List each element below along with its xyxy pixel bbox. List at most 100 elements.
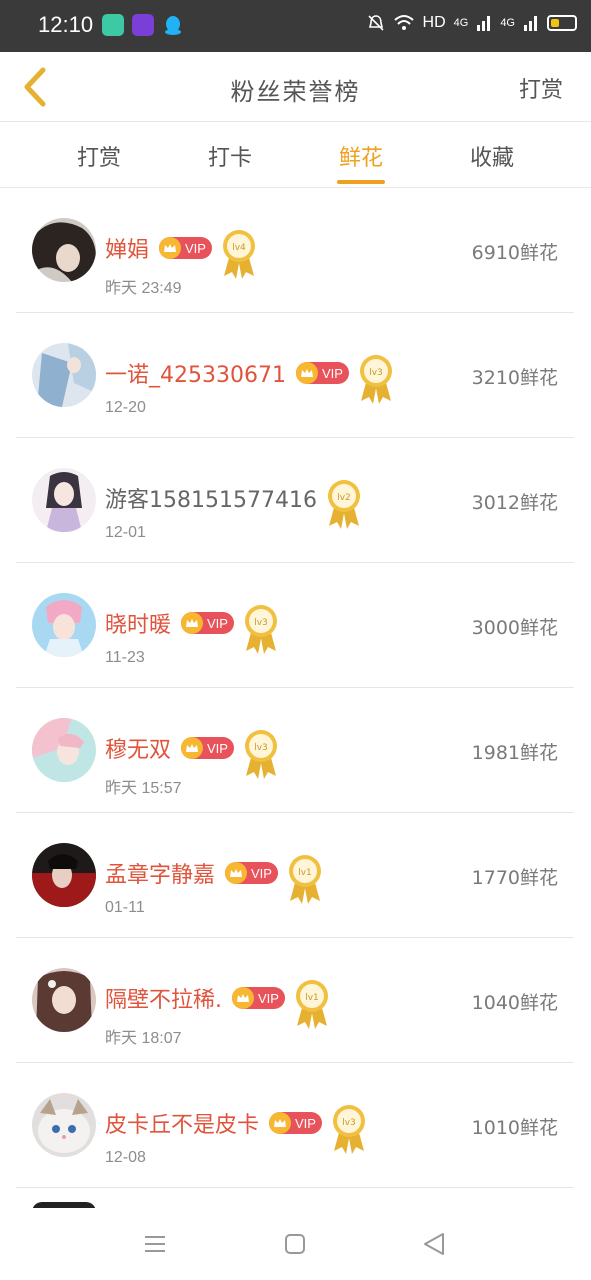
avatar[interactable] (32, 468, 96, 532)
timestamp: 01-11 (105, 899, 145, 916)
home-button[interactable] (281, 1230, 309, 1258)
qq-icon (162, 14, 184, 36)
user-name[interactable]: 皮卡丘不是皮卡 (105, 1107, 259, 1139)
home-square-icon (285, 1234, 305, 1254)
tab-favorites[interactable]: 收藏 (452, 140, 532, 172)
flower-count: 1040鲜花 (471, 992, 558, 1014)
user-info: 一诺_425330671 VIP lv3 (105, 347, 395, 404)
list-item[interactable]: 一诺_425330671 VIP lv3 12-20 3210鲜花 (16, 313, 574, 438)
signal-2-label: 4G (500, 17, 515, 29)
list-item[interactable]: 游客158151577416 lv2 12-01 3012鲜花 (16, 438, 574, 563)
list-item[interactable]: 皮卡丘不是皮卡 VIP lv3 12-08 1010鲜花 (16, 1063, 574, 1188)
timestamp: 昨天 15:57 (105, 780, 182, 797)
tab-reward[interactable]: 打赏 (59, 140, 139, 172)
signal-1-label: 4G (453, 17, 469, 29)
user-name[interactable]: 晓时暖 (105, 607, 171, 639)
status-indicators: HD 4G 4G (367, 14, 577, 32)
active-tab-indicator (337, 180, 385, 184)
user-info: 隔壁不拉稀. VIP lv1 (105, 972, 331, 1029)
status-time: 12:10 (38, 12, 94, 37)
timestamp: 12-08 (105, 1149, 146, 1166)
list-item[interactable]: 穆无双 VIP lv3 昨天 15:57 1981鲜花 (16, 688, 574, 813)
level-medal-icon: lv3 (357, 353, 395, 405)
list-item[interactable]: 婵娟 VIP lv4 昨天 23:49 6910鲜花 (16, 188, 574, 313)
vip-badge: VIP (269, 1112, 322, 1134)
crown-icon (225, 862, 248, 884)
list-item[interactable]: 隔壁不拉稀. VIP lv1 昨天 18:07 1040鲜花 (16, 938, 574, 1063)
user-name[interactable]: 婵娟 (105, 232, 149, 264)
avatar[interactable] (32, 593, 96, 657)
vip-badge: VIP (295, 362, 349, 384)
user-name[interactable]: 一诺_425330671 (105, 357, 286, 389)
signal-icon (477, 16, 491, 31)
tab-bar: 打赏 打卡 鲜花 收藏 (0, 122, 591, 188)
crown-icon (159, 237, 182, 259)
user-info: 皮卡丘不是皮卡 VIP lv3 (105, 1097, 368, 1154)
avatar[interactable] (32, 968, 96, 1032)
avatar[interactable] (32, 218, 96, 282)
flower-count: 3210鲜花 (471, 367, 558, 389)
system-nav-bar (0, 1208, 591, 1280)
user-name[interactable]: 孟章字静嘉 (105, 857, 215, 889)
status-bar: 12:10 HD 4G 4G (0, 0, 591, 52)
flower-count: 1010鲜花 (471, 1117, 558, 1139)
user-name[interactable]: 隔壁不拉稀. (105, 982, 222, 1014)
svg-text:lv1: lv1 (305, 993, 319, 1003)
user-info: 婵娟 VIP lv4 (105, 222, 258, 279)
crown-icon (181, 612, 204, 634)
list-item[interactable]: 孟章字静嘉 VIP lv1 01-11 1770鲜花 (16, 813, 574, 938)
signal-icon-2 (524, 16, 537, 31)
list-item-partial[interactable] (16, 1188, 574, 1212)
crown-icon (295, 362, 318, 384)
avatar[interactable] (32, 1093, 96, 1157)
back-triangle-icon (424, 1233, 444, 1255)
level-medal-icon: lv3 (242, 603, 280, 655)
tab-checkin[interactable]: 打卡 (190, 140, 270, 172)
app-icon-green (102, 14, 124, 36)
reward-button[interactable]: 打赏 (519, 72, 563, 104)
svg-text:lv1: lv1 (298, 868, 312, 878)
flower-count: 1770鲜花 (471, 867, 558, 889)
user-info: 游客158151577416 lv2 (105, 472, 363, 529)
level-medal-icon: lv4 (220, 228, 258, 280)
level-medal-icon: lv3 (330, 1103, 368, 1155)
user-name[interactable]: 游客158151577416 (105, 482, 317, 514)
svg-text:lv3: lv3 (369, 368, 383, 378)
tab-flowers[interactable]: 鲜花 (321, 140, 401, 172)
back-nav-button[interactable] (420, 1230, 448, 1258)
flower-count: 6910鲜花 (471, 242, 558, 264)
user-name[interactable]: 穆无双 (105, 732, 171, 764)
svg-text:lv2: lv2 (337, 493, 351, 503)
avatar[interactable] (32, 343, 96, 407)
top-bar: 粉丝荣誉榜 打赏 (0, 52, 591, 122)
app-icon-purple (132, 14, 154, 36)
menu-icon (145, 1236, 165, 1252)
avatar[interactable] (32, 843, 96, 907)
vip-badge: VIP (159, 237, 212, 259)
timestamp: 12-20 (105, 399, 146, 416)
vip-badge: VIP (225, 862, 278, 884)
level-medal-icon: lv1 (293, 978, 331, 1030)
svg-text:lv3: lv3 (254, 618, 268, 628)
level-medal-icon: lv2 (325, 478, 363, 530)
crown-icon (232, 987, 254, 1009)
user-info: 孟章字静嘉 VIP lv1 (105, 847, 324, 904)
vip-badge: VIP (181, 737, 234, 759)
menu-button[interactable] (141, 1230, 169, 1258)
timestamp: 昨天 23:49 (105, 280, 182, 297)
level-medal-icon: lv1 (286, 853, 324, 905)
page-title: 粉丝荣誉榜 (230, 78, 361, 106)
flower-count: 3000鲜花 (471, 617, 558, 639)
timestamp: 昨天 18:07 (105, 1030, 182, 1047)
crown-icon (181, 737, 204, 759)
svg-text:lv3: lv3 (342, 1118, 356, 1128)
level-medal-icon: lv3 (242, 728, 280, 780)
crown-icon (269, 1112, 292, 1134)
list-item[interactable]: 晓时暖 VIP lv3 11-23 3000鲜花 (16, 563, 574, 688)
timestamp: 11-23 (105, 649, 145, 666)
fan-ranking-list: 婵娟 VIP lv4 昨天 23:49 6910鲜花 一诺_425330671 … (16, 188, 574, 1212)
avatar[interactable] (32, 718, 96, 782)
flower-count: 1981鲜花 (471, 742, 558, 764)
wifi-icon (393, 15, 414, 30)
user-info: 晓时暖 VIP lv3 (105, 597, 280, 654)
